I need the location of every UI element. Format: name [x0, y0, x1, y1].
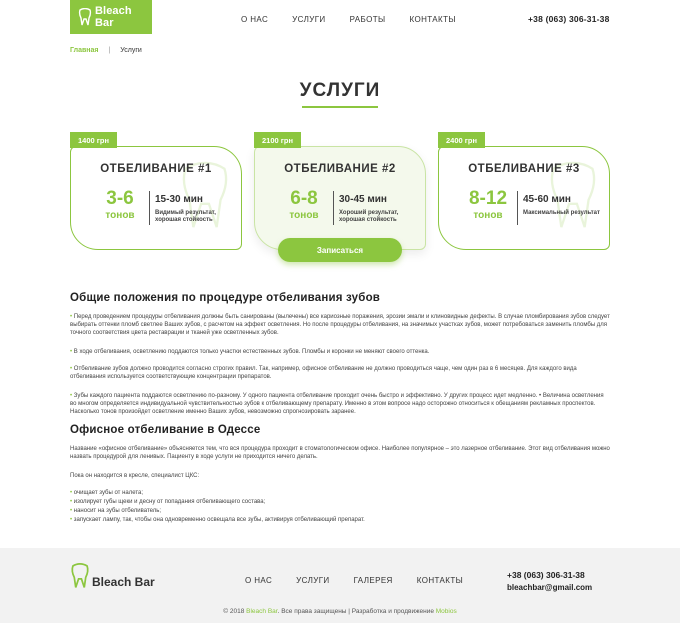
- header-phone[interactable]: +38 (063) 306-31-38: [528, 14, 610, 24]
- section-heading-general: Общие положения по процедуре отбеливания…: [70, 292, 381, 304]
- nav-services[interactable]: УСЛУГИ: [292, 15, 325, 24]
- list-item: • наносит на зубы отбеливатель;: [70, 508, 162, 514]
- duration: 15-30 мин: [155, 194, 203, 205]
- divider: [517, 191, 518, 225]
- book-button[interactable]: Записаться: [278, 238, 402, 262]
- list-item: • запускает лампу, так, чтобы она одновр…: [70, 517, 365, 523]
- duration: 45-60 мин: [523, 194, 571, 205]
- main-nav: О НАС УСЛУГИ РАБОТЫ КОНТАКТЫ: [241, 15, 456, 24]
- price-badge: 1400 грн: [70, 132, 118, 148]
- breadcrumb-separator: |: [108, 47, 111, 54]
- site-footer: Bleach Bar О НАС УСЛУГИ ГАЛЕРЕЯ КОНТАКТЫ…: [0, 548, 680, 623]
- footer-nav-contacts[interactable]: КОНТАКТЫ: [417, 576, 463, 585]
- price-badge: 2400 грн: [438, 132, 486, 148]
- paragraph: • Перед проведением процедуры отбеливани…: [70, 314, 610, 336]
- breadcrumb-current: Услуги: [120, 47, 142, 54]
- tones-unit: тонов: [473, 210, 503, 221]
- footer-nav-about[interactable]: О НАС: [245, 576, 272, 585]
- copyright: © 2018 Bleach Bar. Все права защищены | …: [223, 608, 457, 615]
- page-title: УСЛУГИ: [299, 80, 381, 101]
- service-card-2[interactable]: 2100 грн ОТБЕЛИВАНИЕ #2 6-8 тонов 30-45 …: [254, 132, 426, 250]
- footer-logo[interactable]: Bleach Bar: [70, 563, 155, 589]
- footer-email[interactable]: bleachbar@gmail.com: [507, 583, 592, 592]
- card-description: Хороший результат, хорошая стойкость: [339, 210, 399, 223]
- list-item: • изолирует губы щеки и десну от попадан…: [70, 499, 266, 505]
- tooth-logo-icon: [71, 563, 89, 588]
- title-underline: [302, 106, 378, 108]
- divider: [149, 191, 150, 225]
- price-badge: 2100 грн: [254, 132, 302, 148]
- footer-logo-text: Bleach Bar: [92, 575, 155, 589]
- logo-text: Bleach Bar: [95, 5, 132, 29]
- breadcrumb: Главная | Услуги: [70, 47, 142, 54]
- footer-phone[interactable]: +38 (063) 306-31-38: [507, 570, 585, 580]
- tooth-logo-icon: [78, 8, 92, 26]
- tones-value: 6-8: [290, 188, 318, 209]
- tones: 6-8 тонов: [277, 188, 331, 222]
- tones: 3-6 тонов: [93, 188, 147, 222]
- list-intro: Пока он находится в кресле, специалист Ц…: [70, 473, 200, 479]
- tones-unit: тонов: [105, 210, 135, 221]
- breadcrumb-home[interactable]: Главная: [70, 47, 98, 54]
- card-title: ОТБЕЛИВАНИЕ #1: [100, 163, 212, 175]
- tones-value: 8-12: [468, 188, 508, 209]
- footer-nav: О НАС УСЛУГИ ГАЛЕРЕЯ КОНТАКТЫ: [245, 576, 463, 585]
- tones-value: 3-6: [106, 188, 134, 209]
- tones: 8-12 тонов: [461, 188, 515, 222]
- logo[interactable]: Bleach Bar: [70, 0, 152, 34]
- paragraph: • Зубы каждого пациента поддаются осветл…: [70, 393, 604, 415]
- footer-nav-services[interactable]: УСЛУГИ: [296, 576, 329, 585]
- list-item: • очищает зубы от налета;: [70, 490, 144, 496]
- card-title: ОТБЕЛИВАНИЕ #2: [284, 163, 396, 175]
- card-description: Максимальный результат: [523, 210, 600, 216]
- nav-works[interactable]: РАБОТЫ: [350, 15, 386, 24]
- duration: 30-45 мин: [339, 194, 387, 205]
- service-card-3[interactable]: 2400 грн ОТБЕЛИВАНИЕ #3 8-12 тонов 45-60…: [438, 132, 610, 250]
- nav-about[interactable]: О НАС: [241, 15, 268, 24]
- service-card-1[interactable]: 1400 грн ОТБЕЛИВАНИЕ #1 3-6 тонов 15-30 …: [70, 132, 242, 250]
- footer-nav-gallery[interactable]: ГАЛЕРЕЯ: [354, 576, 393, 585]
- paragraph: • В ходе отбеливания, осветлению поддают…: [70, 349, 430, 355]
- site-header: Bleach Bar О НАС УСЛУГИ РАБОТЫ КОНТАКТЫ …: [0, 0, 680, 38]
- divider: [333, 191, 334, 225]
- section-heading-office: Офисное отбеливание в Одессе: [70, 424, 261, 436]
- card-description: Видимый результат, хорошая стойкость: [155, 210, 216, 223]
- tones-unit: тонов: [289, 210, 319, 221]
- developer-link[interactable]: Mobios: [436, 608, 457, 615]
- paragraph: Название «офисное отбеливание» объясняет…: [70, 446, 610, 460]
- card-title: ОТБЕЛИВАНИЕ #3: [468, 163, 580, 175]
- copyright-brand-link[interactable]: Bleach Bar: [246, 608, 277, 615]
- nav-contacts[interactable]: КОНТАКТЫ: [409, 15, 455, 24]
- paragraph: • Отбеливание зубов должно проводится со…: [70, 366, 577, 380]
